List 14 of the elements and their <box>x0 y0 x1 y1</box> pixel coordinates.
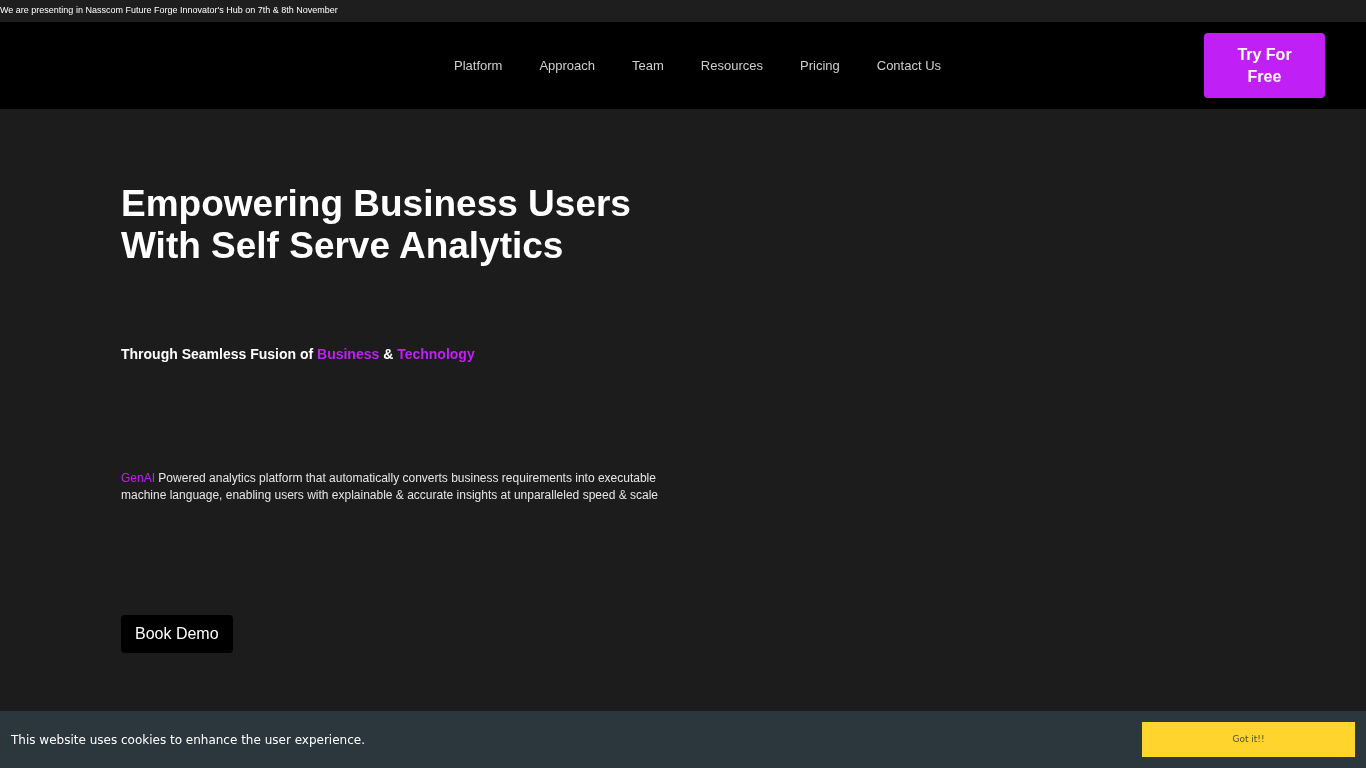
hero-heading: Empowering Business Users With Self Serve Analytics <box>121 183 632 267</box>
accept-cookies-button[interactable]: Got it!! <box>1142 722 1355 757</box>
book-demo-button[interactable]: Book Demo <box>121 615 233 653</box>
cookie-message: This website uses cookies to enhance the user experience. <box>11 731 365 749</box>
nav-link[interactable]: Team <box>632 55 664 76</box>
hero-subtitle: Through Seamless Fusion of Business & Technology <box>121 345 476 364</box>
nav-link[interactable]: Contact Us <box>876 55 942 76</box>
nav-link[interactable]: Pricing <box>800 55 840 76</box>
nav-link[interactable]: Platform <box>454 55 503 76</box>
try-for-free-button[interactable]: Try For Free <box>1204 33 1325 98</box>
nav-link[interactable]: Approach <box>539 55 596 76</box>
announcement-text: We are presenting in Nasscom Future Forge Innovator's Hub on 7th & 8th November <box>0 4 338 18</box>
hero-description: GenAI Powered analytics platform that automatically converts business requirements into executable machine language, enabling users with explainable & accurate insights at unparalleled speed & scale <box>121 470 659 504</box>
nav-link[interactable]: Resources <box>700 55 763 76</box>
